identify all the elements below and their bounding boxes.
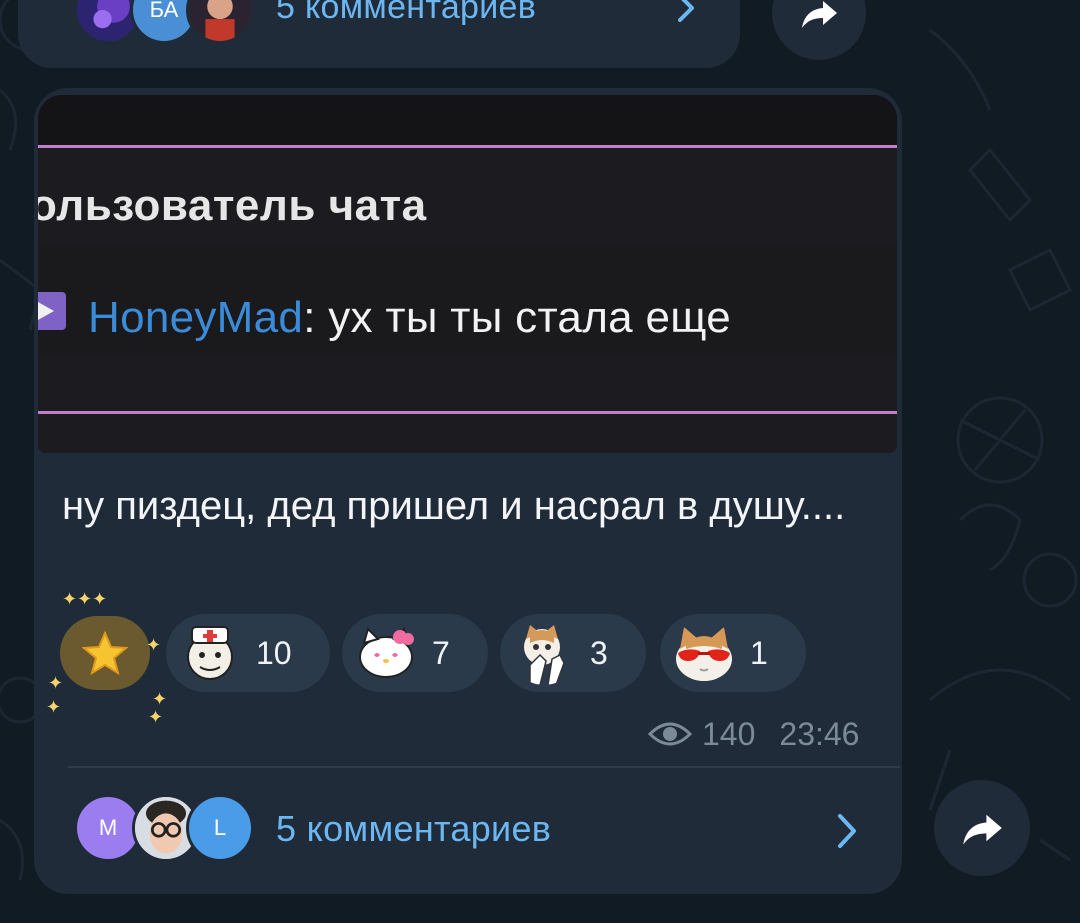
share-icon — [963, 814, 1002, 845]
avatar — [186, 0, 254, 44]
reaction-star[interactable] — [60, 616, 150, 690]
previous-comment-avatars[interactable]: БА — [74, 0, 264, 44]
share-button[interactable] — [934, 780, 1030, 876]
doctor-meme-sticker — [178, 621, 242, 685]
previous-comments-link[interactable]: 5 комментариев — [276, 0, 536, 27]
sparkle-icon: ✦ — [148, 707, 164, 727]
photo-chat-line: HoneyMad: ух ты ты стала еще — [88, 293, 731, 343]
reaction-count: 1 — [750, 634, 768, 671]
reaction-cat-sunglasses[interactable]: 1 — [660, 614, 806, 692]
comment-avatars[interactable]: M L — [74, 794, 264, 864]
photo-divider-line — [38, 411, 897, 414]
photo-top-bar — [38, 95, 897, 145]
reaction-count: 10 — [256, 634, 292, 671]
avatar-initial: M — [98, 815, 118, 840]
message-time: 23:46 — [779, 715, 860, 752]
chevron-right-icon[interactable] — [832, 812, 862, 850]
photo-chat-title: ользователь чата — [38, 181, 427, 230]
message-meta: 140 23:46 — [648, 714, 859, 754]
avatar: L — [186, 794, 254, 862]
photo-chat-text: : ух ты ты стала еще — [303, 293, 732, 342]
photo-divider-line — [38, 145, 897, 148]
sparkle-icon: ✦ — [152, 689, 168, 709]
cat-praying-sticker — [512, 621, 576, 685]
previous-share-button[interactable] — [772, 0, 866, 60]
sparkle-icon: ✦✦✦ — [62, 589, 108, 609]
reaction-cat-praying[interactable]: 3 — [500, 614, 646, 692]
hello-kitty-sticker — [354, 621, 418, 685]
photo-badge-icon — [38, 292, 66, 330]
reaction-count: 3 — [590, 634, 608, 671]
photo-chat-username: HoneyMad — [88, 293, 304, 342]
message-photo[interactable]: ользователь чата HoneyMad: ух ты ты стал… — [38, 95, 897, 453]
comments-divider — [68, 766, 900, 768]
avatar-initial: L — [213, 815, 227, 840]
sparkle-icon: ✦ — [48, 673, 64, 693]
view-count: 140 — [702, 715, 756, 752]
reaction-count: 7 — [432, 634, 450, 671]
sparkle-icon: ✦ — [146, 635, 162, 655]
comments-link[interactable]: 5 комментариев — [276, 808, 551, 850]
sparkle-icon: ✦ — [46, 697, 62, 717]
star-icon — [82, 630, 128, 676]
avatar-initials: БА — [149, 0, 179, 22]
chevron-right-icon[interactable] — [672, 0, 700, 22]
cat-sunglasses-sticker — [672, 621, 736, 685]
reaction-doctor[interactable]: 10 — [166, 614, 330, 692]
reactions-bar: ✦✦✦ ✦ ✦ ✦ ✦ ✦ 10 7 3 1 — [46, 590, 816, 726]
eye-icon — [648, 722, 692, 746]
reaction-hello-kitty[interactable]: 7 — [342, 614, 488, 692]
share-icon — [802, 1, 837, 28]
message-text: ну пиздец, дед пришел и насрал в душу...… — [62, 484, 846, 528]
